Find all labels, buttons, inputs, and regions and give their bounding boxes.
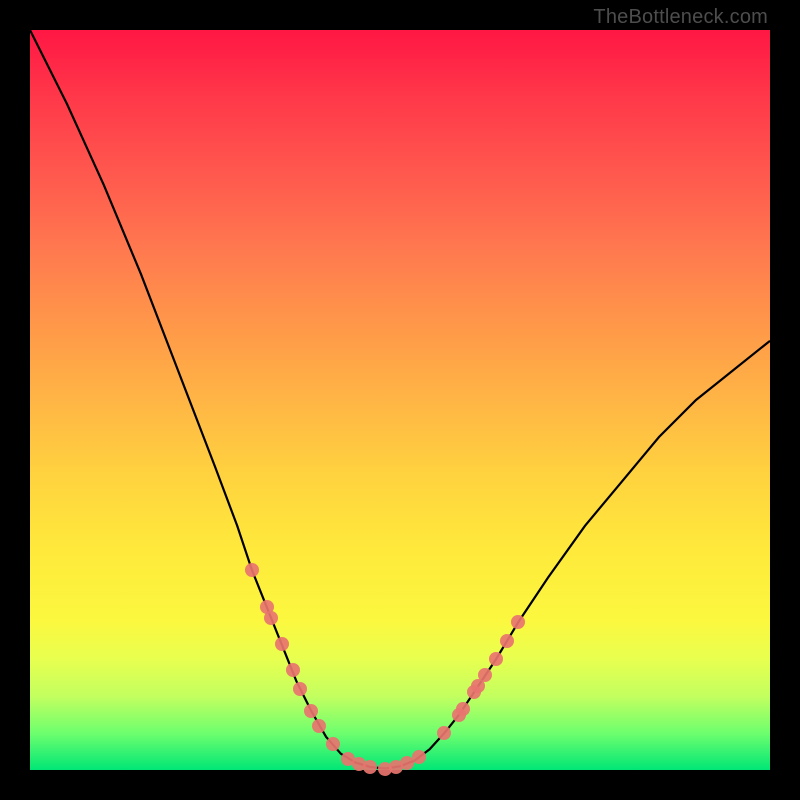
- highlight-dot: [275, 637, 289, 651]
- highlight-dot: [304, 704, 318, 718]
- highlight-dot: [326, 737, 340, 751]
- chart-area: [30, 30, 770, 770]
- highlight-dot: [511, 615, 525, 629]
- highlight-dot: [489, 652, 503, 666]
- highlight-dot: [312, 719, 326, 733]
- highlight-dot: [264, 611, 278, 625]
- highlight-dot: [500, 634, 514, 648]
- highlight-dot: [412, 750, 426, 764]
- highlight-dot: [456, 702, 470, 716]
- dots-layer: [30, 30, 770, 770]
- watermark-text: TheBottleneck.com: [593, 6, 768, 29]
- highlight-dot: [437, 726, 451, 740]
- highlight-dot: [286, 663, 300, 677]
- highlight-dot: [363, 760, 377, 774]
- highlight-dot: [478, 668, 492, 682]
- highlight-dot: [245, 563, 259, 577]
- highlight-dot: [293, 682, 307, 696]
